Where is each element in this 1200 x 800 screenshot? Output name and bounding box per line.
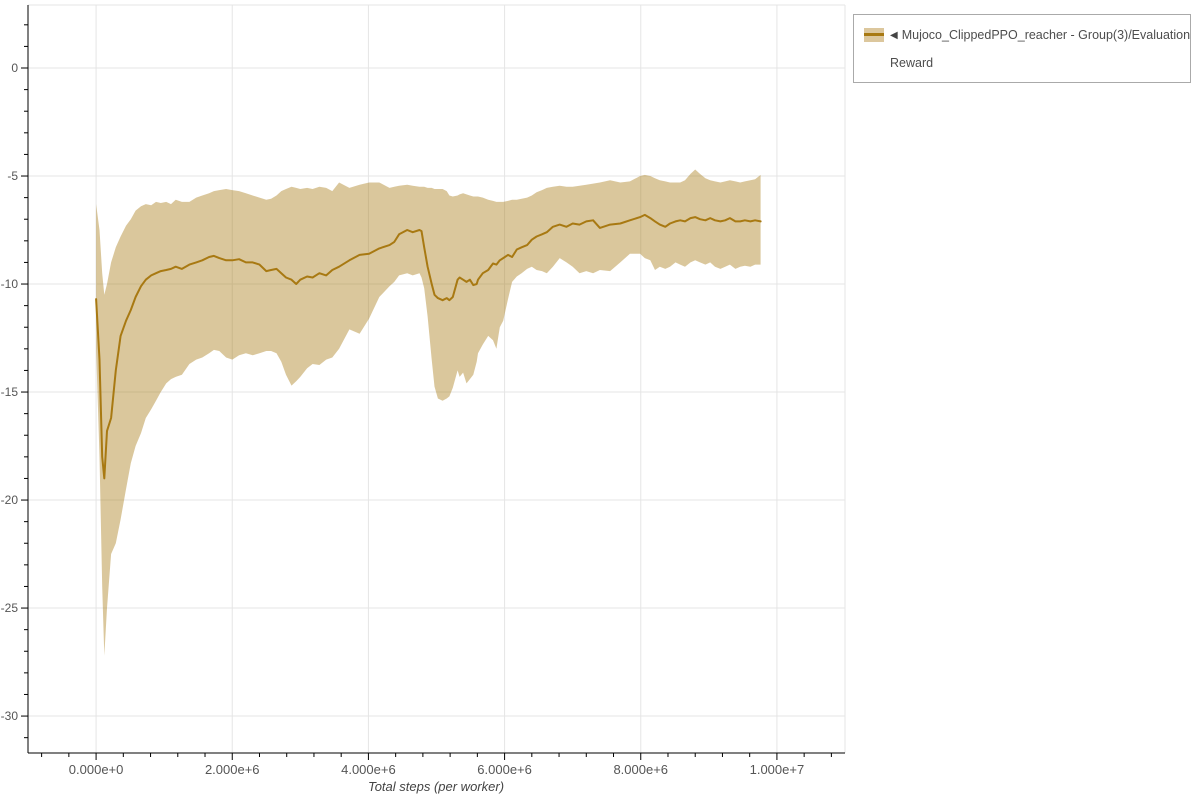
y-tick-label: 0 [11, 61, 18, 75]
confidence-band-layer [96, 169, 761, 656]
x-tick-label: 8.000e+6 [613, 762, 668, 777]
y-tick-label: -25 [1, 601, 19, 615]
x-tick-label: 1.000e+7 [750, 762, 805, 777]
legend-item-evaluation-reward[interactable]: ◀ Mujoco_ClippedPPO_reacher - Group(3)/Ev… [864, 22, 1190, 76]
y-tick-label: -10 [1, 277, 19, 291]
dashboard-canvas: 0.000e+0 2.000e+6 4.000e+6 6.000e+6 8.000e+6… [0, 0, 1200, 800]
legend-label-line2: Reward [890, 56, 934, 70]
y-tick-label: -30 [1, 709, 19, 723]
legend-swatch-line [864, 33, 884, 36]
reward-training-chart[interactable]: 0.000e+0 2.000e+6 4.000e+6 6.000e+6 8.000e+6… [0, 0, 1200, 800]
y-tick-label: -5 [7, 169, 18, 183]
x-tick-label: 4.000e+6 [341, 762, 396, 777]
legend-box: ◀ Mujoco_ClippedPPO_reacher - Group(3)/Ev… [853, 14, 1191, 83]
confidence-band [96, 169, 761, 656]
legend-collapse-icon: ◀ [890, 30, 898, 41]
x-axis-title: Total steps (per worker) [368, 779, 504, 794]
legend-swatch [864, 28, 884, 42]
x-tick-label: 2.000e+6 [205, 762, 260, 777]
legend-label: ◀ Mujoco_ClippedPPO_reacher - Group(3)/Ev… [890, 22, 1190, 76]
x-tick-label: 6.000e+6 [477, 762, 532, 777]
y-tick-label: -15 [1, 385, 19, 399]
x-tick-label: 0.000e+0 [69, 762, 124, 777]
y-tick-label: -20 [1, 493, 19, 507]
legend-label-line1: Mujoco_ClippedPPO_reacher - Group(3)/Eva… [901, 28, 1191, 42]
